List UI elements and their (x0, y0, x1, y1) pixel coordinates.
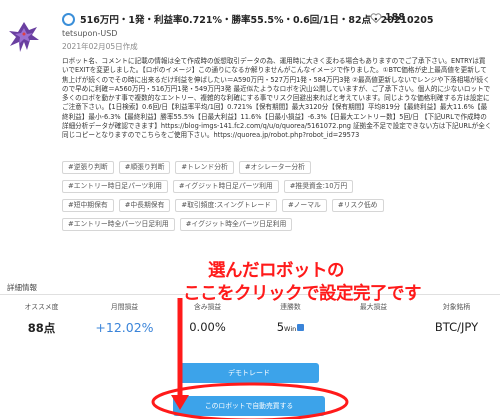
stat-unrealized-pl: 含み損益 0.00% (166, 300, 249, 336)
tag-row: #エントリー時日足パーツ利用 #イグジット時日足パーツ利用 #推奨資金:10万円 (62, 180, 492, 193)
tag[interactable]: #エントリー時日足パーツ利用 (62, 180, 168, 193)
owner-name[interactable]: tetsupon-USD (62, 29, 117, 38)
tag[interactable]: #推奨資金:10万円 (283, 180, 354, 193)
stat-recommend: オススメ度 88点 (0, 300, 83, 336)
tag[interactable]: #取引頻度:スイングトレード (175, 199, 277, 212)
tag[interactable]: #中長期保有 (118, 199, 171, 212)
demo-trade-button[interactable]: デモトレード (179, 363, 319, 383)
tag[interactable]: #ノーマル (281, 199, 327, 212)
tag[interactable]: #リスク低め (331, 199, 384, 212)
tag-row: #エントリー時全パーツ日足利用 #イグジット時全パーツ日足利用 (62, 218, 492, 231)
stat-value: BTC/JPY (434, 320, 479, 334)
robot-card: 516万円・1発・利益率0.721%・勝率55.5%・0.6回/1日・82点・2… (0, 0, 500, 419)
stat-value: 5 (276, 320, 285, 334)
dragon-avatar-icon[interactable] (7, 18, 41, 58)
annotation-line-1: 選んだロボットの (208, 261, 345, 281)
tag[interactable]: #オシレーター分析 (238, 161, 311, 174)
tag[interactable]: #逆張り判断 (62, 161, 114, 174)
tag-row: #逆張り判断 #順張り判断 #トレンド分析 #オシレーター分析 (62, 161, 492, 174)
stat-label: 月間損益 (110, 303, 139, 311)
win-suffix: Win (284, 325, 297, 333)
stat-value: 88点 (27, 321, 56, 335)
stat-symbol: 対象銘柄 BTC/JPY (415, 300, 498, 336)
like-count: 188 (385, 12, 405, 23)
tag-row: #短中期保有 #中長期保有 #取引頻度:スイングトレード #ノーマル #リスク低… (62, 199, 492, 212)
details-heading: 詳細情報 (7, 283, 37, 292)
tag-list: #逆張り判断 #順張り判断 #トレンド分析 #オシレーター分析 #エントリー時日… (62, 161, 492, 237)
heart-icon[interactable] (370, 12, 382, 24)
stats-row: オススメ度 88点 月間損益 +12.02% 含み損益 0.00% 連勝数 5W… (0, 300, 500, 336)
tag[interactable]: #イグジット時全パーツ日足利用 (179, 218, 293, 231)
stat-max-pl: 最大損益 (332, 300, 415, 336)
tag[interactable]: #順張り判断 (118, 161, 171, 174)
stat-label: オススメ度 (24, 303, 59, 311)
stat-value-wrap: 5Win (249, 320, 332, 334)
robot-description: ロボット名、コメントに記載の情報は全て作成時の仮想取引データの為、運用時に大きく… (62, 57, 492, 140)
tag[interactable]: #イグジット時日足パーツ利用 (172, 180, 279, 193)
thumb-up-icon (297, 324, 305, 331)
status-circle-icon (62, 13, 75, 26)
tag[interactable]: #トレンド分析 (175, 161, 234, 174)
stat-value: +12.02% (95, 320, 154, 335)
auto-trade-button[interactable]: このロボットで自動売買する (173, 396, 325, 416)
stat-label: 対象銘柄 (442, 303, 471, 311)
annotation-line-2: ここをクリックで設定完了です (183, 284, 422, 304)
stat-value: 0.00% (189, 320, 226, 334)
tag[interactable]: #短中期保有 (62, 199, 114, 212)
tag[interactable]: #エントリー時全パーツ日足利用 (62, 218, 175, 231)
stat-monthly-pl: 月間損益 +12.02% (83, 300, 166, 336)
stat-win-streak: 連勝数 5Win (249, 300, 332, 336)
created-date: 2021年02月05日作成 (62, 42, 138, 51)
